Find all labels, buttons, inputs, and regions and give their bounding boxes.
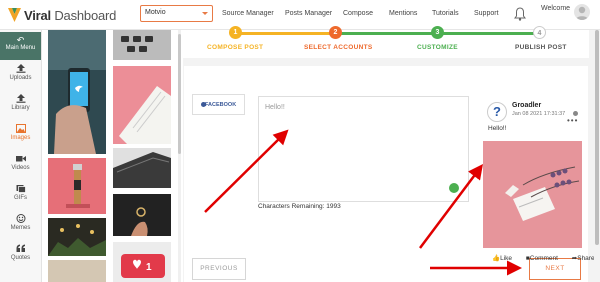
welcome-text: Welcome xyxy=(541,5,571,12)
compose-card: FACEBOOK Hello!! Characters Remaining: 1… xyxy=(184,66,595,282)
facebook-tab[interactable]: FACEBOOK xyxy=(192,94,245,115)
gallery-image[interactable]: 1 xyxy=(113,242,171,282)
step-3-circle[interactable]: 3 xyxy=(431,26,444,39)
svg-text:1: 1 xyxy=(146,262,152,273)
video-icon xyxy=(15,156,26,162)
sidebar-item-label: GIFs xyxy=(14,195,27,201)
comment-action: ■Comment xyxy=(525,255,558,262)
preview-text: Hello!! xyxy=(488,125,507,132)
step-4-circle[interactable]: 4 xyxy=(533,26,546,39)
like-label: Like xyxy=(500,255,513,262)
left-icon-bar: ↶ Main Menu Uploads Library Images Video… xyxy=(0,30,42,282)
gallery-image[interactable] xyxy=(48,260,106,282)
sidebar-item-gifs[interactable]: GIFs xyxy=(0,184,41,214)
nav-compose[interactable]: Compose xyxy=(343,10,373,17)
share-label: Share xyxy=(577,255,595,262)
brand-name: Viral Dashboard xyxy=(24,8,116,23)
sidebar-item-label: Memes xyxy=(10,225,31,231)
characters-remaining: Characters Remaining: 1993 xyxy=(258,203,341,210)
main-menu-label: Main Menu xyxy=(5,45,36,51)
more-options-icon[interactable]: ••• xyxy=(567,116,578,125)
sidebar-item-label: Images xyxy=(10,135,31,141)
nav-mentions[interactable]: Mentions xyxy=(389,10,417,17)
upload-icon xyxy=(16,64,25,73)
user-avatar[interactable] xyxy=(574,4,590,20)
top-bar: Viral Dashboard Motvio Source Manager Po… xyxy=(0,0,600,30)
step-1-circle[interactable]: 1 xyxy=(229,26,242,39)
gallery-image[interactable] xyxy=(113,30,171,60)
step-connector xyxy=(235,32,340,35)
sidebar-item-label: Uploads xyxy=(9,75,32,81)
main-scrollbar-thumb[interactable] xyxy=(595,30,599,245)
preview-time: Jan 08 2021 17:31:37 xyxy=(512,111,566,117)
post-text-editor[interactable]: Hello!! xyxy=(258,96,469,202)
quote-icon xyxy=(16,244,25,252)
brand-logo[interactable]: Viral Dashboard xyxy=(8,5,116,25)
stepper: 1 COMPOSE POST 2 SELECT ACCOUNTS 3 CUSTO… xyxy=(183,26,589,58)
main-scrollbar[interactable] xyxy=(594,30,600,282)
image-icon xyxy=(15,124,26,133)
post-text-value: Hello!! xyxy=(265,104,285,111)
sidebar-item-library[interactable]: Library xyxy=(0,94,41,124)
brand-name-rest: Dashboard xyxy=(50,7,117,23)
sidebar-item-label: Quotes xyxy=(10,255,31,261)
gallery-image[interactable] xyxy=(113,194,171,236)
preview-image xyxy=(483,141,582,248)
like-action: 👍Like xyxy=(492,255,513,262)
account-select-value: Motvio xyxy=(145,9,166,16)
gallery-image[interactable] xyxy=(113,66,171,144)
sidebar-item-images[interactable]: Images xyxy=(0,124,41,154)
brand-name-bold: Viral xyxy=(24,7,51,23)
upload-icon xyxy=(16,94,25,103)
sidebar-item-memes[interactable]: Memes xyxy=(0,214,41,244)
nav-tutorials[interactable]: Tutorials xyxy=(432,10,459,17)
gallery-image[interactable] xyxy=(48,218,106,256)
account-select[interactable]: Motvio xyxy=(140,5,213,22)
nav-posts-manager[interactable]: Posts Manager xyxy=(285,10,332,17)
gallery-scrollbar[interactable] xyxy=(178,30,181,282)
step-2-circle[interactable]: 2 xyxy=(329,26,342,39)
facebook-tab-label: FACEBOOK xyxy=(205,102,237,108)
preview-name: Groadler xyxy=(512,102,542,109)
gallery-image[interactable] xyxy=(113,148,171,188)
nav-source-manager[interactable]: Source Manager xyxy=(222,10,274,17)
preview-actions: 👍Like ■Comment ➦Share xyxy=(492,254,600,262)
emoji-icon[interactable] xyxy=(449,183,459,193)
user-silhouette-icon xyxy=(575,6,589,20)
image-gallery: 1 xyxy=(42,30,176,282)
comment-label: Comment xyxy=(529,255,558,262)
viral-logo-icon xyxy=(8,8,21,22)
bell-icon[interactable] xyxy=(514,7,526,21)
previous-button[interactable]: PREVIOUS xyxy=(192,258,246,280)
main-area: 1 COMPOSE POST 2 SELECT ACCOUNTS 3 CUSTO… xyxy=(183,26,600,282)
nav-support[interactable]: Support xyxy=(474,10,499,17)
sidebar-item-label: Library xyxy=(11,105,30,111)
sidebar-item-videos[interactable]: Videos xyxy=(0,154,41,184)
meme-icon xyxy=(16,214,25,223)
step-2-label[interactable]: SELECT ACCOUNTS xyxy=(304,44,373,51)
preview-avatar: ? xyxy=(487,102,507,122)
sidebar-item-uploads[interactable]: Uploads xyxy=(0,64,41,94)
gif-icon xyxy=(16,185,26,193)
step-4-label[interactable]: PUBLISH POST xyxy=(515,44,567,51)
sidebar-item-quotes[interactable]: Quotes xyxy=(0,244,41,274)
chevron-down-icon xyxy=(202,12,208,15)
facebook-icon xyxy=(201,102,206,107)
back-arrow-icon: ↶ xyxy=(16,35,25,45)
step-1-label[interactable]: COMPOSE POST xyxy=(207,44,263,51)
gallery-image[interactable] xyxy=(48,30,106,154)
sidebar-item-label: Videos xyxy=(11,165,30,171)
main-menu-button[interactable]: ↶ Main Menu xyxy=(0,32,41,60)
step-3-label[interactable]: CUSTOMIZE xyxy=(417,44,458,51)
gallery-image[interactable] xyxy=(48,158,106,214)
gallery-scrollbar-thumb[interactable] xyxy=(178,34,181,154)
